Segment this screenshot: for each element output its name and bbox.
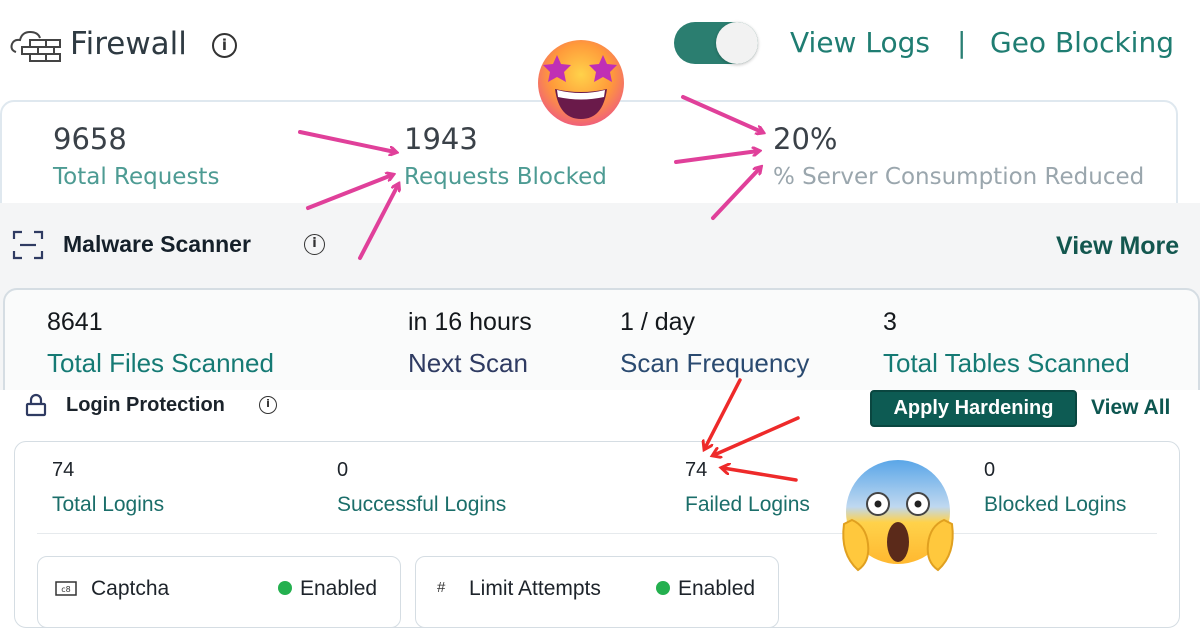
- malware-scanner-title: Malware Scanner: [63, 231, 251, 257]
- lock-icon: [25, 393, 47, 417]
- svg-text:c8: c8: [61, 585, 71, 594]
- total-logins-value: 74: [52, 459, 75, 481]
- limit-attempts-label: Limit Attempts: [469, 577, 601, 600]
- tables-scanned-label: Total Tables Scanned: [883, 348, 1130, 378]
- next-scan-label: Next Scan: [408, 348, 528, 378]
- files-scanned-label: Total Files Scanned: [47, 348, 274, 378]
- successful-logins-label: Successful Logins: [337, 493, 507, 516]
- next-scan-value: in 16 hours: [408, 308, 532, 336]
- captcha-status: Enabled: [300, 577, 378, 600]
- screaming-in-fear-emoji: [842, 460, 954, 572]
- enabled-status-dot: [278, 581, 292, 595]
- requests-blocked-label: Requests Blocked: [404, 164, 607, 190]
- limit-attempts-status: Enabled: [678, 577, 756, 600]
- malware-info-icon[interactable]: i: [304, 234, 325, 255]
- geo-blocking-link[interactable]: Geo Blocking: [990, 26, 1174, 59]
- tables-scanned-value: 3: [883, 308, 897, 336]
- login-protection-title: Login Protection: [66, 394, 225, 416]
- requests-blocked-value: 1943: [404, 122, 478, 156]
- divider: [37, 533, 1157, 534]
- total-requests-value: 9658: [53, 122, 127, 156]
- captcha-label: Captcha: [91, 577, 170, 600]
- total-logins-label: Total Logins: [52, 493, 165, 516]
- apply-hardening-button[interactable]: Apply Hardening: [870, 390, 1077, 427]
- server-consumption-value: 20%: [773, 122, 838, 156]
- link-separator: |: [957, 26, 967, 59]
- view-logs-link[interactable]: View Logs: [790, 26, 930, 59]
- hash-icon: #: [437, 579, 446, 596]
- failed-logins-value: 74: [685, 459, 708, 481]
- failed-logins-label: Failed Logins: [685, 493, 810, 516]
- firewall-info-icon[interactable]: i: [212, 33, 237, 58]
- view-more-link[interactable]: View More: [1056, 232, 1179, 261]
- scan-icon: [12, 230, 44, 260]
- scan-frequency-label: Scan Frequency: [620, 348, 810, 378]
- blocked-logins-value: 0: [984, 459, 996, 481]
- server-consumption-label: % Server Consumption Reduced: [773, 164, 1145, 190]
- scan-frequency-value: 1 / day: [620, 308, 696, 336]
- firewall-title: Firewall: [70, 26, 187, 62]
- successful-logins-value: 0: [337, 459, 349, 481]
- total-requests-label: Total Requests: [53, 164, 220, 190]
- enabled-status-dot: [656, 581, 670, 595]
- captcha-icon: c8: [55, 581, 77, 596]
- firewall-toggle[interactable]: [674, 22, 758, 64]
- view-all-link[interactable]: View All: [1091, 396, 1170, 420]
- blocked-logins-label: Blocked Logins: [984, 493, 1127, 516]
- star-struck-emoji: [538, 40, 624, 126]
- firewall-brick-icon: [10, 30, 61, 62]
- login-info-icon[interactable]: i: [259, 396, 277, 414]
- toggle-knob: [716, 22, 758, 64]
- files-scanned-value: 8641: [47, 308, 103, 336]
